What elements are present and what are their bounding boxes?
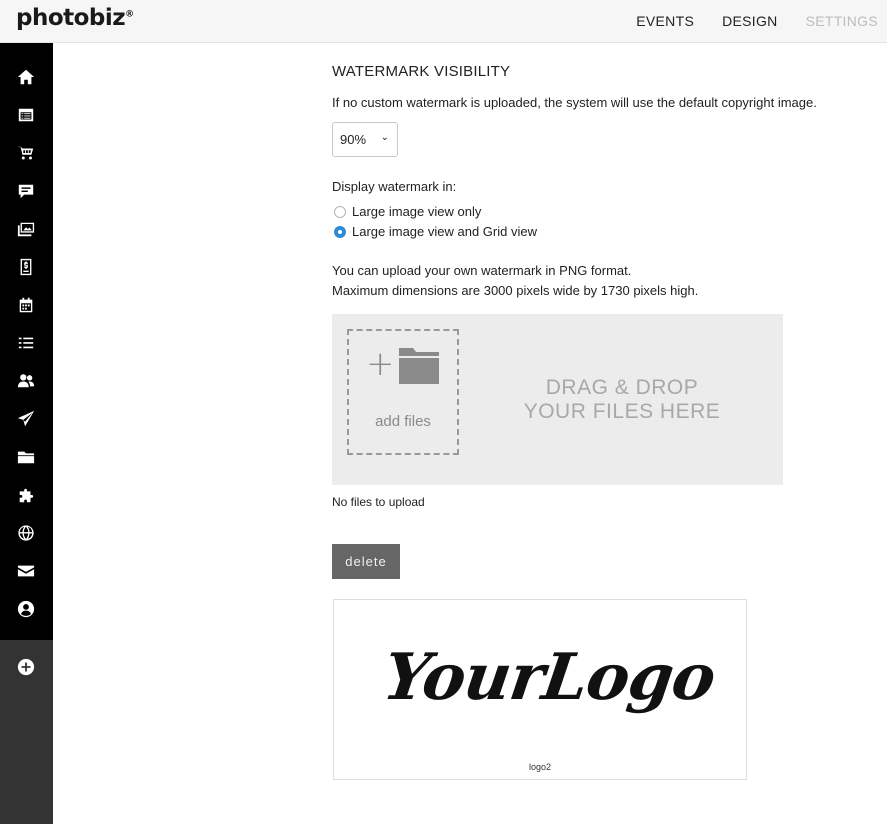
gallery-icon[interactable] bbox=[15, 218, 37, 240]
display-watermark-label: Display watermark in: bbox=[332, 179, 457, 194]
users-icon[interactable] bbox=[15, 370, 37, 392]
drag-drop-line2: YOUR FILES HERE bbox=[523, 400, 721, 423]
file-dropzone[interactable]: + add files DRAG & DROP YOUR FILES HERE bbox=[332, 314, 783, 485]
plus-circle-icon[interactable] bbox=[15, 656, 37, 678]
globe-icon[interactable] bbox=[15, 522, 37, 544]
drag-drop-line1: DRAG & DROP bbox=[545, 376, 699, 399]
folder-icon bbox=[399, 348, 439, 384]
watermark-description: If no custom watermark is uploaded, the … bbox=[332, 95, 817, 110]
cart-icon[interactable] bbox=[15, 142, 37, 164]
list-icon[interactable] bbox=[15, 332, 37, 354]
preview-logo-image: YourLogo bbox=[378, 640, 720, 715]
chat-icon[interactable] bbox=[15, 180, 37, 202]
option-label: Large image view and Grid view bbox=[352, 224, 537, 239]
delete-button[interactable]: delete bbox=[332, 544, 400, 579]
opacity-value: 90% bbox=[340, 132, 367, 147]
logo-text: photobiz bbox=[16, 5, 126, 31]
nav-design[interactable]: DESIGN bbox=[722, 13, 777, 29]
event-calendar-icon[interactable] bbox=[15, 294, 37, 316]
logo-mark: ® bbox=[125, 9, 134, 20]
app-logo[interactable]: photobiz® bbox=[16, 5, 134, 31]
sidebar-footer bbox=[0, 640, 53, 824]
radio-large-and-grid[interactable] bbox=[334, 225, 346, 238]
plus-icon: + bbox=[366, 344, 395, 384]
preview-caption: logo2 bbox=[528, 762, 552, 772]
calendar-list-icon[interactable] bbox=[15, 104, 37, 126]
home-icon[interactable] bbox=[15, 66, 37, 88]
drag-drop-text: DRAG & DROP YOUR FILES HERE bbox=[502, 376, 742, 424]
mail-icon[interactable] bbox=[15, 560, 37, 582]
add-files-label: add files bbox=[375, 413, 431, 430]
watermark-preview: YourLogo logo2 bbox=[333, 599, 747, 780]
option-large-and-grid[interactable]: Large image view and Grid view bbox=[334, 224, 537, 239]
radio-large-only[interactable] bbox=[334, 205, 346, 218]
nav-settings[interactable]: SETTINGS bbox=[806, 13, 878, 29]
invoice-icon[interactable] bbox=[15, 256, 37, 278]
upload-info-format: You can upload your own watermark in PNG… bbox=[332, 263, 632, 278]
option-large-only[interactable]: Large image view only bbox=[334, 204, 481, 219]
top-nav: EVENTS DESIGN SETTINGS bbox=[636, 13, 878, 29]
upload-status: No files to upload bbox=[332, 495, 425, 509]
puzzle-icon[interactable] bbox=[15, 484, 37, 506]
chevron-down-icon: ⌄ bbox=[380, 132, 389, 143]
nav-events[interactable]: EVENTS bbox=[636, 13, 694, 29]
top-bar: photobiz® EVENTS DESIGN SETTINGS bbox=[0, 0, 887, 43]
option-label: Large image view only bbox=[352, 204, 482, 219]
section-title: WATERMARK VISIBILITY bbox=[332, 63, 511, 80]
upload-info-dimensions: Maximum dimensions are 3000 pixels wide … bbox=[332, 283, 699, 298]
watermark-opacity-select[interactable]: 90% ⌄ bbox=[332, 122, 398, 157]
send-icon[interactable] bbox=[15, 408, 37, 430]
add-files-button[interactable]: + add files bbox=[347, 329, 459, 455]
account-icon[interactable] bbox=[15, 598, 37, 620]
folder-icon[interactable] bbox=[15, 446, 37, 468]
